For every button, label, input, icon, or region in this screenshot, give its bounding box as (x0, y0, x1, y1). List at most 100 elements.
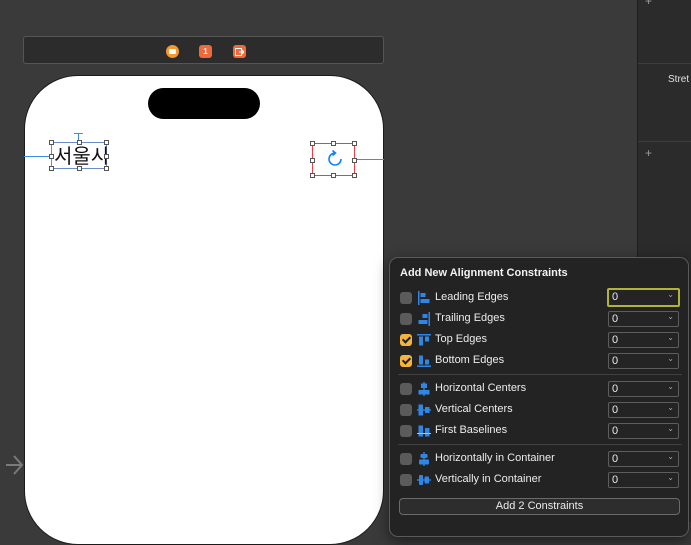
selected-refresh-button[interactable] (310, 141, 357, 178)
constraint-label: Horizontal Centers (435, 382, 527, 394)
vertically-in-container-icon (417, 475, 431, 485)
chevron-down-icon[interactable]: ⌄ (667, 382, 674, 391)
leading-constraint-line (24, 156, 51, 157)
resize-handle[interactable] (104, 140, 109, 145)
vertically-in-container-checkbox[interactable] (400, 474, 412, 486)
horizontal-centers-offset-field[interactable]: 0 ⌄ (608, 381, 679, 397)
alignment-constraints-popover: Add New Alignment Constraints Leading Ed… (389, 257, 689, 537)
add-constraints-button[interactable]: Add 2 Constraints (399, 498, 680, 515)
constraint-row-vertically-in-container[interactable]: Vertically in Container 0 ⌄ (400, 471, 682, 491)
chevron-down-icon[interactable]: ⌄ (667, 473, 674, 482)
first-baselines-offset-field[interactable]: 0 ⌄ (608, 423, 679, 439)
field-value: 0 (612, 334, 619, 346)
bottom-edges-icon (417, 355, 431, 367)
chevron-down-icon[interactable]: ⌄ (667, 354, 674, 363)
chevron-down-icon[interactable]: ⌄ (667, 403, 674, 412)
trailing-edges-offset-field[interactable]: 0 ⌄ (608, 311, 679, 327)
entry-point-arrow-icon[interactable] (2, 450, 24, 480)
constraint-row-top-edges[interactable]: Top Edges 0 ⌄ (400, 331, 682, 351)
scene-dock: 1 (23, 36, 384, 64)
resize-handle[interactable] (104, 166, 109, 171)
field-value: 0 (612, 425, 619, 437)
resize-handle[interactable] (310, 158, 315, 163)
resize-handle[interactable] (352, 173, 357, 178)
constraint-row-horizontally-in-container[interactable]: Horizontally in Container 0 ⌄ (400, 450, 682, 470)
resize-handle[interactable] (331, 173, 336, 178)
field-value: 0 (612, 474, 619, 486)
divider (638, 63, 691, 64)
top-edges-icon (417, 334, 431, 346)
field-value: 0 (612, 453, 619, 465)
vertical-centers-icon (417, 404, 431, 416)
divider (398, 374, 682, 375)
constraint-row-leading-edges[interactable]: Leading Edges 0 ⌄ (400, 288, 682, 309)
field-value: 0 (612, 313, 619, 325)
divider (638, 141, 691, 142)
chevron-down-icon[interactable]: ⌄ (667, 424, 674, 433)
horizontally-in-container-offset-field[interactable]: 0 ⌄ (608, 451, 679, 467)
add-icon[interactable]: + (645, 0, 652, 8)
resize-handle[interactable] (352, 141, 357, 146)
label-text: 서울시 (54, 144, 110, 168)
top-edges-checkbox[interactable] (400, 334, 412, 346)
constraint-row-trailing-edges[interactable]: Trailing Edges 0 ⌄ (400, 310, 682, 330)
vertically-in-container-offset-field[interactable]: 0 ⌄ (608, 472, 679, 488)
leading-edges-offset-field[interactable]: 0 ⌄ (607, 288, 680, 307)
constraint-label: Horizontally in Container (435, 452, 555, 464)
constraint-label: Vertically in Container (435, 473, 542, 485)
horizontally-in-container-icon (419, 452, 429, 466)
field-value: 0 (612, 383, 619, 395)
add-icon[interactable]: + (645, 146, 652, 160)
exit-icon[interactable] (233, 45, 246, 58)
top-edges-offset-field[interactable]: 0 ⌄ (608, 332, 679, 348)
dynamic-island (148, 88, 260, 119)
horizontal-centers-checkbox[interactable] (400, 383, 412, 395)
resize-handle[interactable] (310, 173, 315, 178)
popover-title: Add New Alignment Constraints (400, 267, 568, 279)
constraint-label: Bottom Edges (435, 354, 505, 366)
divider (398, 444, 682, 445)
trailing-edges-icon (418, 312, 430, 326)
first-baselines-icon (417, 425, 431, 437)
resize-handle[interactable] (331, 141, 336, 146)
resize-handle[interactable] (104, 154, 109, 159)
vertical-centers-offset-field[interactable]: 0 ⌄ (608, 402, 679, 418)
horizontal-centers-icon (418, 382, 430, 396)
field-value: 0 (612, 355, 619, 367)
leading-edges-checkbox[interactable] (400, 292, 412, 304)
resize-handle[interactable] (77, 166, 82, 171)
chevron-down-icon[interactable]: ⌄ (667, 290, 674, 299)
constraint-row-bottom-edges[interactable]: Bottom Edges 0 ⌄ (400, 352, 682, 372)
selected-label[interactable]: 서울시 (49, 140, 110, 171)
trailing-constraint-line (355, 159, 384, 160)
resize-handle[interactable] (49, 154, 54, 159)
constraint-label: Leading Edges (435, 291, 509, 303)
constraint-label: Trailing Edges (435, 312, 505, 324)
chevron-down-icon[interactable]: ⌄ (667, 333, 674, 342)
top-constraint-cap (74, 133, 83, 134)
horizontally-in-container-checkbox[interactable] (400, 453, 412, 465)
constraint-label: Top Edges (435, 333, 487, 345)
first-responder-icon[interactable]: 1 (199, 45, 212, 58)
resize-handle[interactable] (77, 140, 82, 145)
constraint-row-horizontal-centers[interactable]: Horizontal Centers 0 ⌄ (400, 380, 682, 400)
bottom-edges-offset-field[interactable]: 0 ⌄ (608, 353, 679, 369)
resize-handle[interactable] (49, 166, 54, 171)
constraint-row-vertical-centers[interactable]: Vertical Centers 0 ⌄ (400, 401, 682, 421)
constraint-row-first-baselines[interactable]: First Baselines 0 ⌄ (400, 422, 682, 442)
view-controller-icon[interactable] (166, 45, 179, 58)
resize-handle[interactable] (49, 140, 54, 145)
chevron-down-icon[interactable]: ⌄ (667, 452, 674, 461)
chevron-down-icon[interactable]: ⌄ (667, 312, 674, 321)
trailing-edges-checkbox[interactable] (400, 313, 412, 325)
inspector-stretching-label: Stret (668, 74, 690, 85)
bottom-edges-checkbox[interactable] (400, 355, 412, 367)
vertical-centers-checkbox[interactable] (400, 404, 412, 416)
field-value: 0 (612, 291, 619, 303)
first-baselines-checkbox[interactable] (400, 425, 412, 437)
constraint-label: First Baselines (435, 424, 508, 436)
constraint-label: Vertical Centers (435, 403, 513, 415)
resize-handle[interactable] (310, 141, 315, 146)
refresh-icon (328, 150, 342, 166)
resize-handle[interactable] (352, 158, 357, 163)
